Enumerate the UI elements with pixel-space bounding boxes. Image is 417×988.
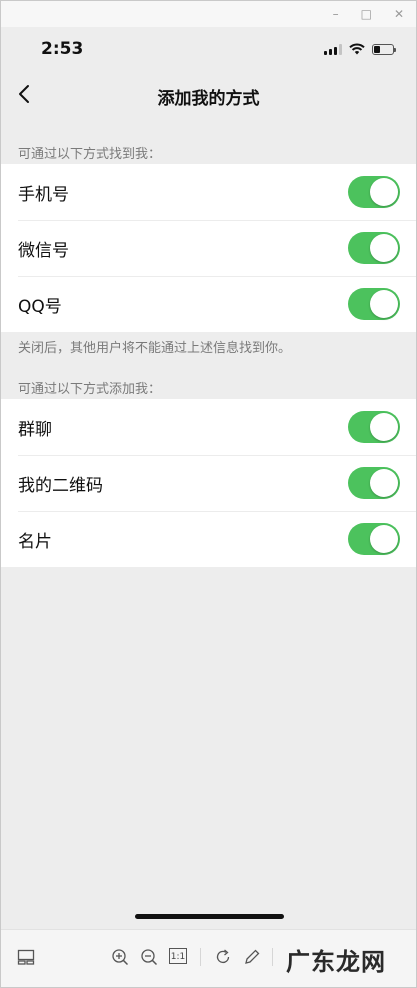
toolbar-divider <box>200 948 201 966</box>
add-by-contact-card-row[interactable]: 名片 <box>1 511 416 567</box>
window-titlebar: – □ ✕ <box>1 1 416 27</box>
toggle-knob <box>370 234 398 262</box>
maximize-button[interactable]: □ <box>361 8 372 20</box>
status-bar: 2:53 <box>1 27 416 73</box>
toggle-knob <box>370 469 398 497</box>
add-by-group-chat-label: 群聊 <box>18 419 52 440</box>
status-icons <box>324 43 396 55</box>
find-section-note: 关闭后，其他用户将不能通过上述信息找到你。 <box>18 341 292 356</box>
cellular-signal-icon <box>324 43 342 55</box>
find-by-wechat-id-label: 微信号 <box>18 240 69 261</box>
find-by-phone-toggle[interactable] <box>348 176 400 208</box>
toggle-knob <box>370 178 398 206</box>
minimize-button[interactable]: – <box>333 8 339 20</box>
wifi-icon <box>349 43 365 55</box>
add-by-contact-card-toggle[interactable] <box>348 523 400 555</box>
rotate-icon[interactable] <box>214 948 232 966</box>
close-button[interactable]: ✕ <box>394 8 404 20</box>
add-by-qr-code-row[interactable]: 我的二维码 <box>1 455 416 511</box>
add-by-group-chat-row[interactable]: 群聊 <box>1 399 416 455</box>
find-by-phone-row[interactable]: 手机号 <box>1 164 416 220</box>
home-indicator <box>135 914 284 919</box>
find-by-phone-label: 手机号 <box>18 184 69 205</box>
zoom-out-icon[interactable] <box>140 948 158 966</box>
add-methods-list: 群聊 我的二维码 名片 <box>1 399 416 567</box>
navigation-bar: 添加我的方式 <box>1 73 416 117</box>
add-section-header: 可通过以下方式添加我： <box>18 382 162 397</box>
add-by-qr-code-label: 我的二维码 <box>18 475 103 496</box>
viewer-toolbar: 1:1 广东龙网 <box>1 929 416 987</box>
toggle-knob <box>370 290 398 318</box>
watermark-logo: 广东龙网 <box>286 948 386 976</box>
toggle-knob <box>370 525 398 553</box>
find-by-wechat-id-toggle[interactable] <box>348 232 400 264</box>
app-window: – □ ✕ 2:53 添加我的方式 可通过以下方式找到我： 手机号 微信号 QQ… <box>0 0 417 988</box>
page-title: 添加我的方式 <box>157 89 260 109</box>
find-section-header: 可通过以下方式找到我： <box>18 147 162 162</box>
find-by-qq-label: QQ号 <box>18 296 62 317</box>
pencil-icon[interactable] <box>243 948 261 966</box>
find-by-wechat-id-row[interactable]: 微信号 <box>1 220 416 276</box>
thumbnail-view-icon[interactable] <box>17 948 35 966</box>
actual-size-button[interactable]: 1:1 <box>169 948 187 964</box>
zoom-in-icon[interactable] <box>111 948 129 966</box>
battery-icon <box>372 43 396 55</box>
find-by-qq-toggle[interactable] <box>348 288 400 320</box>
add-by-qr-code-toggle[interactable] <box>348 467 400 499</box>
find-methods-list: 手机号 微信号 QQ号 <box>1 164 416 332</box>
toolbar-divider <box>272 948 273 966</box>
add-by-group-chat-toggle[interactable] <box>348 411 400 443</box>
find-by-qq-row[interactable]: QQ号 <box>1 276 416 332</box>
add-by-contact-card-label: 名片 <box>18 531 52 552</box>
status-time: 2:53 <box>41 39 84 59</box>
battery-level <box>374 45 380 53</box>
toggle-knob <box>370 413 398 441</box>
